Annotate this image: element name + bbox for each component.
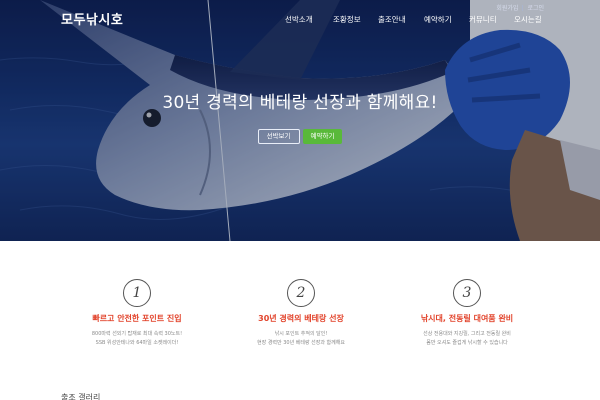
hero-buttons: 선박보기 예약하기 [0,129,600,144]
feature-title: 낚시대, 전동릴 대여품 완비 [420,314,514,323]
feature-desc-line: 몸만 오셔도 즐겁게 낚시할 수 있습니다 [426,340,508,346]
nav-item-community[interactable]: 커뮤니티 [469,14,497,25]
feature-number-badge: 1 [123,279,151,307]
feature-card: 3 낚시대, 전동릴 대여품 완비 선상 전용대와 지깅릴, 그리고 전동릴 완… [367,279,567,348]
login-link[interactable]: 로그인 [527,3,544,12]
feature-number-badge: 2 [287,279,315,307]
nav-item-vessel[interactable]: 선박소개 [285,14,313,25]
nav-item-directions[interactable]: 오시는길 [514,14,542,25]
hero-banner: 모두낚시호 회원가입 로그인 선박소개 조황정보 출조안내 예약하기 커뮤니티 … [0,0,600,241]
features-section: 1 빠르고 안전한 포인트 진입 800마력 선외기 탑재로 최대 속력 30노… [0,241,600,400]
signup-link[interactable]: 회원가입 [496,3,518,12]
gallery-section-title: 출조 갤러리 [61,393,101,400]
feature-description: 선상 전용대와 지깅릴, 그리고 전동릴 완비 몸만 오셔도 즐겁게 낚시할 수… [367,330,567,348]
feature-number-badge: 3 [453,279,481,307]
main-nav: 선박소개 조황정보 출조안내 예약하기 커뮤니티 오시는길 [0,14,600,26]
view-vessel-button[interactable]: 선박보기 [257,129,300,144]
util-divider [522,4,524,11]
utility-links: 회원가입 로그인 [496,3,544,12]
hero-overlay [0,0,600,241]
feature-desc-line: 선상 전용대와 지깅릴, 그리고 전동릴 완비 [423,331,511,337]
nav-item-trip-info[interactable]: 출조안내 [378,14,406,25]
hero-headline: 30년 경력의 베테랑 선장과 함께해요! [162,93,438,113]
reserve-button[interactable]: 예약하기 [302,129,343,144]
nav-item-reservation[interactable]: 예약하기 [424,14,452,25]
nav-item-catch-report[interactable]: 조황정보 [333,14,361,25]
